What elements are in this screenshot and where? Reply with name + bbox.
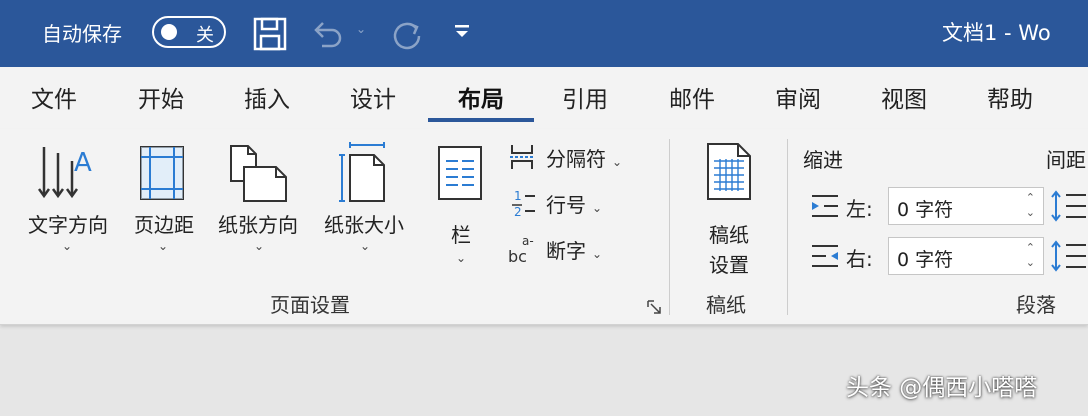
indent-right-label: 右: [846, 247, 873, 271]
chevron-down-icon: ⌄ [158, 239, 169, 253]
manuscript-label-line2: 设置 [709, 253, 749, 277]
svg-text:a-: a- [522, 234, 534, 248]
indent-right-input[interactable]: 0 字符 ⌃ ⌄ [888, 237, 1044, 275]
indent-left-value: 0 字符 [897, 199, 954, 221]
indent-left-icon [810, 193, 840, 223]
manuscript-group-label: 稿纸 [706, 293, 746, 317]
columns-label: 栏 [451, 223, 471, 247]
size-button[interactable]: 纸张大小 ⌄ [314, 139, 414, 264]
title-bar: 自动保存 关 ⌄ 文档1 - Wo [0, 0, 1088, 67]
ribbon-panel: A 文字方向 ⌄ 页边距 ⌄ 纸张方向 ⌄ 纸张大小 ⌄ 栏 ⌄ 分隔符 ⌄ 1… [0, 129, 1088, 325]
line-numbers-icon: 1 2 [510, 187, 538, 224]
undo-dropdown-chevron-icon[interactable]: ⌄ [356, 22, 366, 36]
margins-button[interactable]: 页边距 ⌄ [124, 139, 204, 264]
chevron-down-icon: ⌄ [254, 239, 265, 253]
text-direction-icon: A [37, 143, 98, 207]
tab-help[interactable]: 帮助 [965, 80, 1055, 114]
svg-text:bc: bc [508, 247, 527, 265]
ribbon-tabs: 文件 开始 插入 设计 布局 引用 邮件 审阅 视图 帮助 [0, 67, 1088, 129]
chevron-down-icon: ⌄ [592, 247, 603, 261]
columns-icon [436, 143, 486, 207]
spacing-header: 间距 [1046, 148, 1086, 172]
margins-label: 页边距 [134, 213, 194, 237]
manuscript-settings-button[interactable]: 稿纸 设置 [684, 139, 774, 277]
tab-design[interactable]: 设计 [328, 80, 418, 114]
chevron-down-icon: ⌄ [456, 251, 467, 265]
autosave-label: 自动保存 [42, 22, 122, 46]
tab-file[interactable]: 文件 [9, 80, 99, 114]
dialog-launcher-icon[interactable] [646, 299, 662, 319]
tab-layout[interactable]: 布局 [436, 80, 526, 114]
indent-left-label: 左: [846, 197, 873, 221]
toggle-knob [161, 24, 177, 40]
autosave-toggle[interactable]: 关 [152, 16, 226, 48]
svg-text:1: 1 [514, 189, 522, 203]
active-tab-indicator [428, 118, 534, 122]
manuscript-label-line1: 稿纸 [709, 223, 749, 247]
orientation-button[interactable]: 纸张方向 ⌄ [208, 139, 308, 264]
chevron-down-icon: ⌄ [612, 155, 623, 169]
tab-view[interactable]: 视图 [859, 80, 949, 114]
spin-arrows-icon[interactable]: ⌃ ⌄ [1026, 240, 1035, 270]
indent-right-value: 0 字符 [897, 249, 954, 271]
paragraph-group-label: 段落 [1016, 293, 1056, 317]
breaks-icon [508, 143, 536, 176]
hyphenation-label: 断字 [546, 239, 586, 263]
customize-toolbar-icon[interactable] [452, 20, 472, 46]
undo-icon[interactable] [310, 18, 344, 54]
orientation-icon [228, 143, 290, 209]
document-title: 文档1 - Wo [942, 21, 1051, 45]
margins-icon [138, 143, 188, 207]
page-setup-group-label: 页面设置 [270, 293, 350, 317]
spacing-before-icon [1050, 189, 1086, 227]
hyphenation-icon: a- bc [508, 233, 540, 270]
orientation-label: 纸张方向 [218, 213, 298, 237]
spacing-after-icon [1050, 239, 1086, 277]
svg-text:2: 2 [514, 205, 522, 219]
chevron-down-icon: ⌄ [360, 239, 371, 253]
indent-left-input[interactable]: 0 字符 ⌃ ⌄ [888, 187, 1044, 225]
manuscript-icon [704, 141, 754, 205]
svg-text:A: A [74, 148, 92, 178]
indent-right-icon [810, 243, 840, 273]
size-label: 纸张大小 [324, 213, 404, 237]
autosave-state: 关 [196, 25, 214, 46]
columns-button[interactable]: 栏 ⌄ [428, 139, 494, 265]
line-numbers-label: 行号 [546, 193, 586, 217]
tab-home[interactable]: 开始 [116, 80, 206, 114]
text-direction-button[interactable]: A 文字方向 ⌄ [18, 139, 118, 264]
save-icon[interactable] [252, 16, 288, 56]
redo-icon[interactable] [390, 18, 424, 56]
breaks-label: 分隔符 [546, 147, 606, 171]
group-divider [669, 139, 670, 315]
indent-header: 缩进 [803, 148, 843, 172]
chevron-down-icon: ⌄ [592, 201, 603, 215]
chevron-down-icon: ⌄ [62, 239, 73, 253]
tab-references[interactable]: 引用 [540, 80, 630, 114]
tab-insert[interactable]: 插入 [222, 80, 312, 114]
size-icon [336, 141, 392, 209]
text-direction-label: 文字方向 [28, 213, 108, 237]
spin-arrows-icon[interactable]: ⌃ ⌄ [1026, 190, 1035, 220]
tab-review[interactable]: 审阅 [753, 80, 843, 114]
watermark: 头条 @偶西小嗒嗒 [846, 375, 1038, 401]
group-divider [787, 139, 788, 315]
tab-mailings[interactable]: 邮件 [647, 80, 737, 114]
